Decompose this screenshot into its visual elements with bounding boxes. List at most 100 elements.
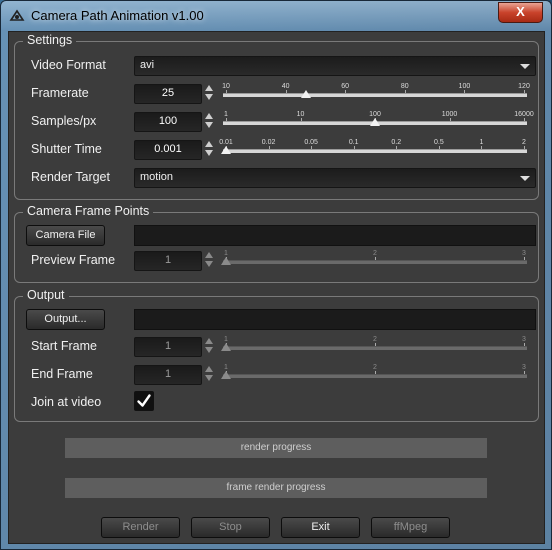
shutter-spinner-arrows[interactable] [205, 140, 214, 158]
shutter-time-input[interactable]: 0.001 [134, 140, 202, 160]
app-window: Camera Path Animation v1.00 X Settings V… [0, 0, 552, 550]
join-at-video-label: Join at video [31, 395, 102, 409]
slider-tick-label: 10 [222, 83, 230, 90]
dialog-body: Settings Video Format avi Framerate 25 1… [8, 31, 545, 544]
stop-button[interactable]: Stop [191, 517, 270, 538]
slider-tick-label: 3 [522, 250, 526, 257]
slider-track[interactable] [223, 260, 527, 264]
slider-tick-label: 1 [224, 250, 228, 257]
camera-frame-points-group: Camera Frame Points Camera File Preview … [14, 204, 539, 283]
slider-tick-mark [226, 118, 227, 121]
slider-track[interactable] [223, 346, 527, 350]
join-at-video-checkbox[interactable] [134, 391, 154, 411]
spin-down-icon[interactable] [205, 347, 213, 353]
slider-tick-mark [524, 257, 525, 260]
slider-tick-label: 1 [224, 111, 228, 118]
slider-tick-label: 2 [373, 336, 377, 343]
slider-tick-label: 0.1 [348, 139, 359, 146]
slider-tick-label: 1 [479, 139, 484, 146]
samples-spinner-arrows[interactable] [205, 112, 214, 130]
spin-up-icon[interactable] [205, 366, 213, 372]
shutter-time-slider[interactable]: 0.01 0.02 0.05 0.1 0.2 0.5 1 2 [219, 139, 527, 157]
output-path [134, 309, 536, 330]
slider-track[interactable] [223, 149, 527, 153]
start-frame-slider[interactable]: 1 2 3 [221, 336, 527, 354]
shutter-time-value: 0.001 [154, 143, 182, 155]
slider-tick-label: 1 [224, 364, 228, 371]
slider-track[interactable] [223, 374, 527, 378]
spin-down-icon[interactable] [205, 94, 213, 100]
slider-tick-label: 40 [281, 83, 290, 90]
slider-thumb[interactable] [221, 257, 231, 265]
slider-tick-mark [524, 90, 525, 93]
slider-tick-mark [524, 146, 525, 149]
start-spinner-arrows[interactable] [205, 337, 214, 355]
preview-frame-input[interactable]: 1 [134, 251, 202, 271]
framerate-slider[interactable]: 10 40 60 80 100 120 [222, 83, 530, 101]
slider-tick-mark [375, 257, 376, 260]
slider-tick-label: 2 [522, 139, 526, 146]
end-frame-label: End Frame [31, 367, 93, 381]
preview-spinner-arrows[interactable] [205, 251, 214, 269]
slider-track[interactable] [223, 93, 527, 97]
checkmark-icon [137, 394, 151, 407]
title-bar[interactable]: Camera Path Animation v1.00 X [1, 1, 551, 31]
spin-up-icon[interactable] [205, 85, 213, 91]
slider-thumb[interactable] [221, 343, 231, 351]
render-progress-bar: render progress [65, 438, 487, 458]
framerate-input[interactable]: 25 [134, 84, 202, 104]
slider-thumb[interactable] [221, 371, 231, 379]
render-target-select[interactable]: motion [134, 168, 536, 188]
spin-up-icon[interactable] [205, 141, 213, 147]
preview-frame-slider[interactable]: 1 2 3 [221, 250, 527, 268]
render-button[interactable]: Render [101, 517, 180, 538]
camera-file-button[interactable]: Camera File [26, 225, 105, 246]
spin-down-icon[interactable] [205, 122, 213, 128]
samples-slider[interactable]: 1 10 100 1000 16000 [223, 111, 534, 129]
slider-tick-mark [353, 146, 355, 149]
ffmpeg-button[interactable]: ffMpeg [371, 517, 450, 538]
slider-tick-label: 100 [369, 111, 381, 118]
output-button[interactable]: Output... [26, 309, 105, 330]
settings-group: Settings Video Format avi Framerate 25 1… [14, 33, 539, 200]
preview-frame-label: Preview Frame [31, 253, 116, 267]
slider-tick-label: 0.05 [304, 139, 318, 146]
spin-down-icon[interactable] [205, 150, 213, 156]
samples-input[interactable]: 100 [134, 112, 202, 132]
slider-tick-label: 0.2 [391, 139, 402, 146]
slider-tick-mark [524, 371, 525, 374]
slider-thumb[interactable] [370, 118, 380, 126]
slider-thumb[interactable] [221, 146, 231, 154]
slider-tick-label: 0.5 [433, 139, 444, 146]
slider-tick-mark [438, 146, 440, 149]
settings-group-title: Settings [23, 33, 77, 47]
end-spinner-arrows[interactable] [205, 365, 214, 383]
exit-button[interactable]: Exit [281, 517, 360, 538]
start-frame-value: 1 [164, 340, 172, 352]
spin-up-icon[interactable] [205, 252, 213, 258]
shutter-time-label: Shutter Time [31, 142, 102, 156]
slider-tick-label: 16000 [514, 111, 534, 118]
slider-tick-mark [226, 90, 227, 93]
slider-tick-mark [464, 90, 466, 93]
spin-down-icon[interactable] [205, 375, 213, 381]
samples-value: 100 [158, 115, 178, 127]
framerate-value: 25 [161, 87, 175, 99]
close-button[interactable]: X [498, 2, 543, 23]
video-format-select[interactable]: avi [134, 56, 536, 76]
slider-tick-label: 1000 [441, 111, 458, 118]
end-frame-slider[interactable]: 1 2 3 [221, 364, 527, 382]
slider-thumb[interactable] [301, 90, 312, 98]
framerate-label: Framerate [31, 86, 89, 100]
video-format-label: Video Format [31, 58, 106, 72]
slider-tick-label: 60 [341, 83, 350, 90]
spin-up-icon[interactable] [205, 338, 213, 344]
framerate-spinner-arrows[interactable] [205, 84, 214, 102]
render-target-label: Render Target [31, 170, 110, 184]
spin-up-icon[interactable] [205, 113, 213, 119]
frame-render-progress-bar: frame render progress [65, 478, 487, 498]
end-frame-value: 1 [164, 368, 172, 380]
end-frame-input[interactable]: 1 [134, 365, 202, 385]
spin-down-icon[interactable] [205, 261, 213, 267]
start-frame-input[interactable]: 1 [134, 337, 202, 357]
